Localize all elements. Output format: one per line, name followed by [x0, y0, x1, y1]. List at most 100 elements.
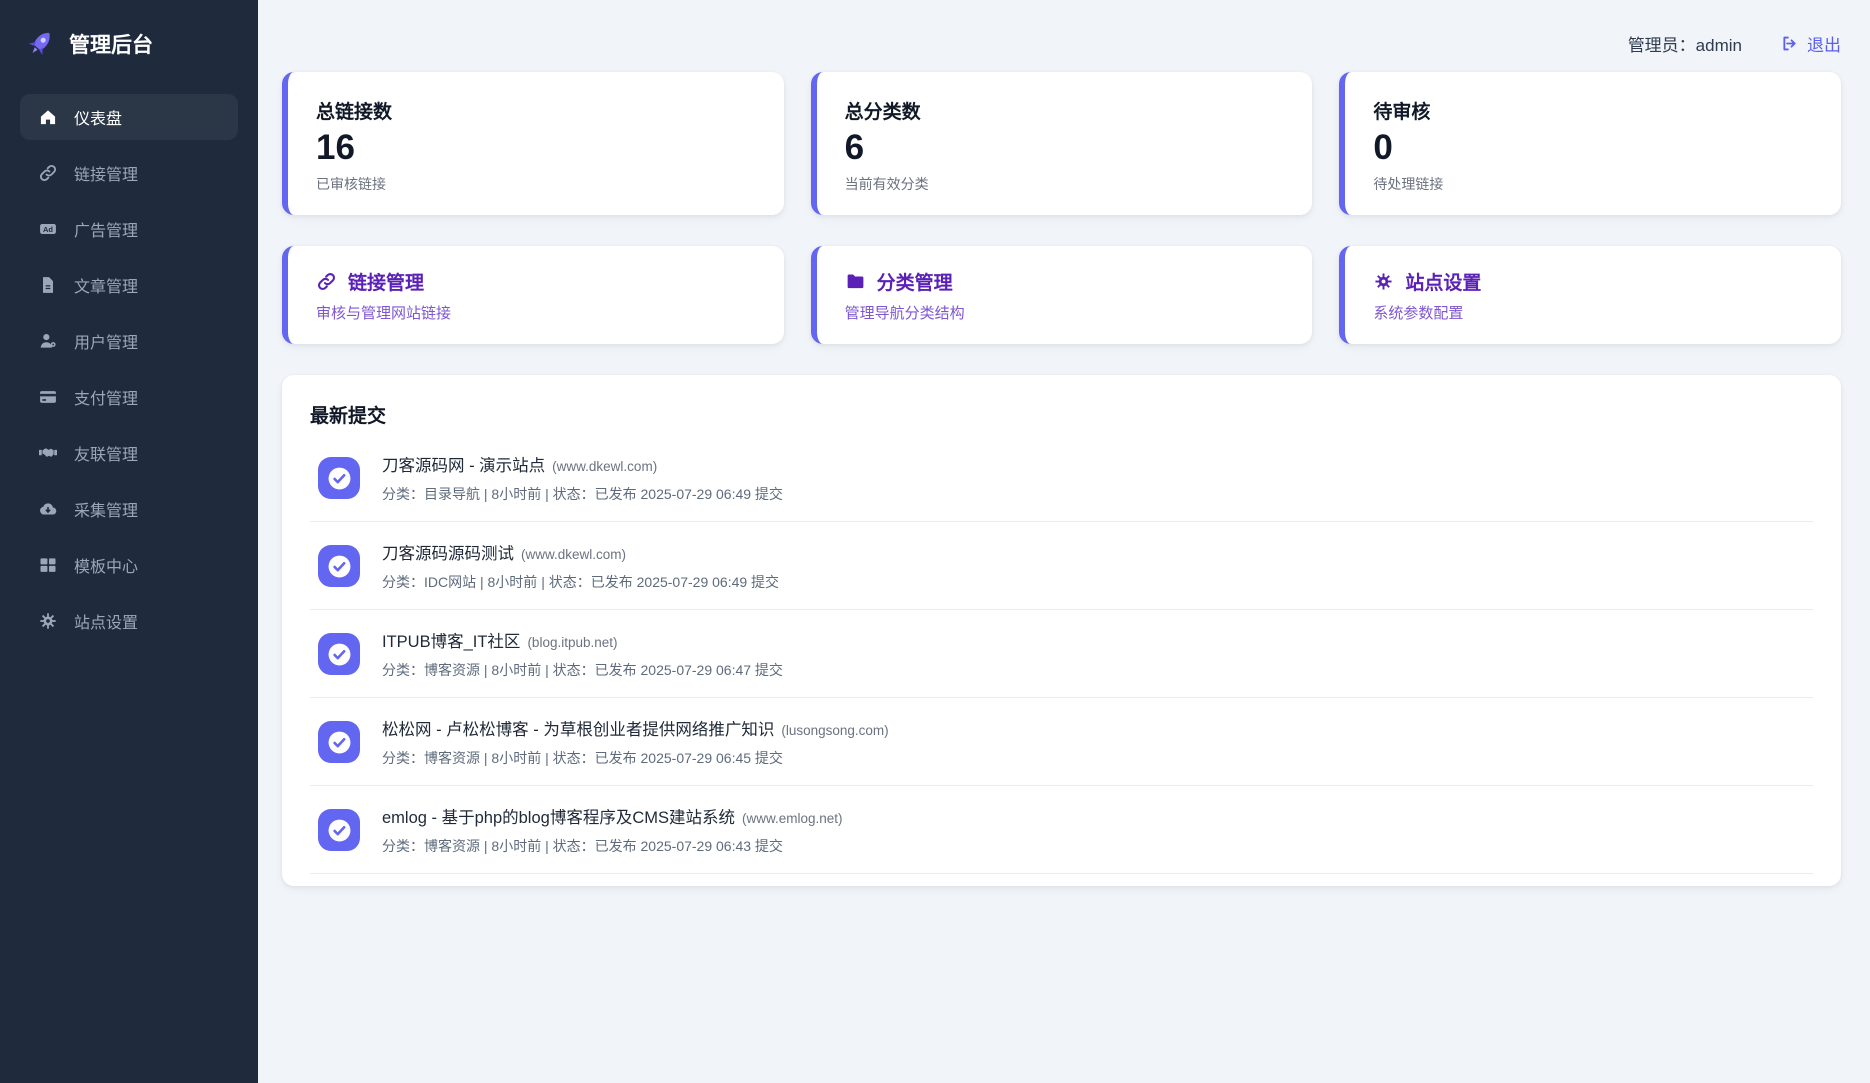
sidebar-item-ads[interactable]: Ad 广告管理: [20, 206, 238, 252]
stat-value: 0: [1373, 128, 1393, 167]
submission-title: emlog - 基于php的blog博客程序及CMS建站系统: [382, 809, 735, 827]
action-card-link-management[interactable]: 链接管理 审核与管理网站链接: [282, 246, 784, 344]
stat-title: 总分类数: [844, 102, 921, 123]
check-badge: [318, 721, 360, 763]
sidebar-item-settings[interactable]: 站点设置: [20, 598, 238, 644]
admin-label: 管理员：admin: [1627, 35, 1742, 55]
article-icon: [37, 275, 59, 295]
topbar: 管理员：admin 退出: [282, 0, 1841, 72]
user-gear-icon: [37, 331, 59, 351]
logout-button[interactable]: 退出: [1780, 31, 1841, 56]
submission-meta: 分类：博客资源 | 8小时前 | 状态：已发布 2025-07-29 06:43…: [382, 838, 783, 854]
submission-title: 刀客源码网 - 演示站点: [382, 457, 546, 475]
gear-icon: [37, 611, 59, 631]
cloud-download-icon: [37, 499, 59, 519]
check-circle-icon: [328, 819, 350, 841]
stat-subtitle: 待处理链接: [1373, 175, 1444, 192]
sidebar-item-dashboard[interactable]: 仪表盘: [20, 94, 238, 140]
stat-card-pending-review: 待审核 0 待处理链接: [1339, 72, 1841, 215]
action-subtitle: 审核与管理网站链接: [316, 305, 452, 322]
svg-text:Ad: Ad: [43, 225, 53, 234]
submission-title: ITPUB博客_IT社区: [382, 633, 521, 651]
sidebar-item-collection[interactable]: 采集管理: [20, 486, 238, 532]
action-title: 分类管理: [876, 273, 953, 294]
sign-out-icon: [1783, 36, 1796, 50]
sidebar-item-label: 站点设置: [74, 615, 139, 632]
check-badge: [318, 545, 360, 587]
stat-title: 待审核: [1373, 102, 1431, 123]
submission-list-item: 刀客源码网 - 演示站点 (www.dkewl.com) 分类：目录导航 | 8小…: [310, 434, 1813, 522]
check-badge: [318, 809, 360, 851]
stat-subtitle: 已审核链接: [316, 175, 386, 192]
stats-row: 总链接数 16 已审核链接 总分类数 6 当前有效分类 待审核 0 待处理链接: [282, 72, 1841, 215]
sidebar-item-links[interactable]: 链接管理: [20, 150, 238, 196]
submission-title: 松松网 - 卢松松博客 - 为草根创业者提供网络推广知识: [382, 721, 775, 739]
submission-domain: (lusongsong.com): [781, 723, 889, 738]
stat-card-total-categories: 总分类数 6 当前有效分类: [810, 72, 1313, 215]
submission-domain: (www.emlog.net): [742, 811, 843, 826]
stat-title: 总链接数: [316, 102, 393, 123]
link-icon: [317, 272, 336, 291]
check-circle-icon: [328, 467, 350, 489]
sidebar-item-label: 链接管理: [74, 167, 139, 184]
handshake-icon: [37, 443, 59, 463]
stat-subtitle: 当前有效分类: [844, 175, 929, 192]
check-circle-icon: [328, 643, 350, 665]
sidebar-item-payments[interactable]: 支付管理: [20, 374, 238, 420]
sidebar-item-label: 广告管理: [74, 223, 139, 240]
submission-domain: (www.dkewl.com): [521, 547, 627, 562]
submission-meta: 分类：IDC网站 | 8小时前 | 状态：已发布 2025-07-29 06:4…: [382, 574, 780, 590]
action-subtitle: 管理导航分类结构: [844, 305, 965, 322]
stat-value: 16: [316, 128, 355, 167]
submission-meta: 分类：博客资源 | 8小时前 | 状态：已发布 2025-07-29 06:47…: [382, 662, 783, 678]
sidebar-item-label: 友联管理: [74, 447, 139, 464]
submission-title: 刀客源码源码测试: [382, 545, 514, 563]
logout-label: 退出: [1807, 35, 1841, 55]
sidebar: 管理后台 仪表盘 链接管理 Ad 广告管理 文章管理 用户管理 支付管理 友联管…: [0, 0, 258, 1083]
ad-icon: Ad: [37, 219, 59, 239]
check-circle-icon: [328, 555, 350, 577]
main-content: 管理员：admin 退出 总链接数 16 已审核链接 总分类数 6 当前有效分类…: [258, 0, 1870, 1083]
folder-icon: [847, 274, 864, 289]
sidebar-item-label: 用户管理: [74, 335, 139, 352]
sidebar-item-label: 模板中心: [74, 559, 139, 576]
check-badge: [318, 457, 360, 499]
action-title: 站点设置: [1405, 273, 1482, 294]
link-icon: [37, 163, 59, 183]
check-badge: [318, 633, 360, 675]
action-title: 链接管理: [348, 273, 425, 294]
submission-meta: 分类：目录导航 | 8小时前 | 状态：已发布 2025-07-29 06:49…: [382, 486, 783, 502]
sidebar-item-label: 仪表盘: [74, 111, 123, 128]
latest-submissions-heading: 最新提交: [310, 406, 387, 427]
sidebar-menu: 仪表盘 链接管理 Ad 广告管理 文章管理 用户管理 支付管理 友联管理 采集管…: [20, 94, 238, 644]
sidebar-item-users[interactable]: 用户管理: [20, 318, 238, 364]
check-circle-icon: [328, 731, 350, 753]
home-icon: [37, 107, 59, 127]
app-title: 管理后台: [69, 34, 153, 57]
rocket-icon: [28, 32, 50, 55]
latest-submissions-card: 最新提交 刀客源码网 - 演示站点 (www.dkewl.com) 分类：目录导航…: [282, 375, 1841, 886]
sidebar-item-label: 文章管理: [74, 279, 139, 296]
submission-list-item: 刀客源码源码测试 (www.dkewl.com) 分类：IDC网站 | 8小时前 …: [310, 522, 1813, 610]
sidebar-item-friend-links[interactable]: 友联管理: [20, 430, 238, 476]
sidebar-item-articles[interactable]: 文章管理: [20, 262, 238, 308]
submission-domain: (www.dkewl.com): [552, 459, 658, 474]
submission-list-item: emlog - 基于php的blog博客程序及CMS建站系统 (www.emlog…: [310, 786, 1813, 874]
sidebar-item-templates[interactable]: 模板中心: [20, 542, 238, 588]
action-card-category-management[interactable]: 分类管理 管理导航分类结构: [810, 246, 1313, 344]
sidebar-item-label: 支付管理: [74, 391, 139, 408]
stat-value: 6: [844, 128, 865, 167]
action-card-site-settings[interactable]: 站点设置 系统参数配置: [1339, 246, 1841, 344]
grid-icon: [37, 555, 59, 575]
gear-icon: [1375, 273, 1392, 290]
submission-list-item: 松松网 - 卢松松博客 - 为草根创业者提供网络推广知识 (lusongsong.…: [310, 698, 1813, 786]
quick-actions-row: 链接管理 审核与管理网站链接 分类管理 管理导航分类结构 站点设置 系统参数配置: [282, 246, 1841, 344]
submission-domain: (blog.itpub.net): [527, 635, 618, 650]
action-subtitle: 系统参数配置: [1373, 305, 1464, 322]
submission-list-item: ITPUB博客_IT社区 (blog.itpub.net) 分类：博客资源 | 8…: [310, 610, 1813, 698]
submission-meta: 分类：博客资源 | 8小时前 | 状态：已发布 2025-07-29 06:45…: [382, 750, 783, 766]
credit-card-icon: [37, 387, 59, 407]
sidebar-item-label: 采集管理: [74, 503, 139, 520]
stat-card-total-links: 总链接数 16 已审核链接: [282, 72, 784, 215]
app-logo: 管理后台: [20, 26, 238, 94]
